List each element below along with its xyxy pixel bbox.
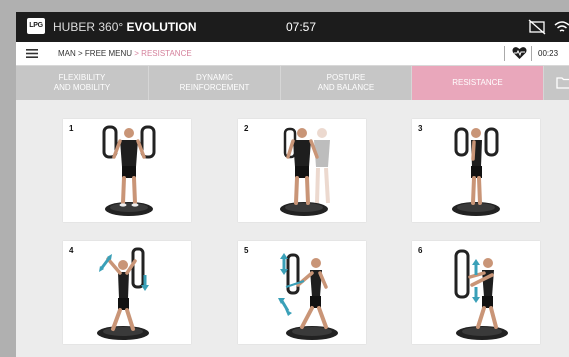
- exercise-card-2[interactable]: 2: [238, 119, 366, 222]
- breadcrumb-man[interactable]: MAN >: [58, 49, 83, 58]
- tab-label: DYNAMIC REINFORCEMENT: [179, 73, 250, 92]
- app-screen: LPG HUBER 360° EVOLUTION 07:57 MAN > FRE…: [16, 12, 569, 357]
- app-title: HUBER 360° EVOLUTION: [53, 20, 197, 34]
- breadcrumb-resistance: > RESISTANCE: [134, 49, 192, 58]
- folder-icon[interactable]: [556, 76, 569, 89]
- status-bar: LPG HUBER 360° EVOLUTION 07:57: [16, 12, 569, 42]
- exercise-illustration: [97, 247, 149, 340]
- exercise-illustration: [452, 127, 500, 216]
- app-title-bold: EVOLUTION: [126, 20, 197, 34]
- tab-label: POSTURE AND BALANCE: [317, 73, 375, 92]
- exercise-card-1[interactable]: 1: [63, 119, 191, 222]
- exercise-illustration: [278, 253, 338, 340]
- heart-monitor-icon[interactable]: [512, 46, 527, 60]
- tab-flexibility-and-mobility[interactable]: FLEXIBILITY AND MOBILITY: [16, 66, 149, 100]
- divider: [531, 46, 532, 61]
- exercise-illustration: [454, 249, 508, 340]
- clock: 07:57: [286, 20, 317, 34]
- screen-off-icon: [528, 19, 546, 35]
- exercise-card-6[interactable]: 6: [412, 241, 540, 344]
- divider: [504, 46, 505, 61]
- hamburger-menu-icon[interactable]: [26, 49, 38, 58]
- nav-bar: MAN > FREE MENU > RESISTANCE 00:23: [16, 42, 569, 66]
- breadcrumb: MAN > FREE MENU > RESISTANCE: [58, 48, 192, 59]
- lpg-logo: LPG: [27, 18, 45, 34]
- exercise-card-3[interactable]: 3: [412, 119, 540, 222]
- session-timer: 00:23: [538, 49, 559, 58]
- tab-dynamic-reinforcement[interactable]: DYNAMIC REINFORCEMENT: [149, 66, 281, 100]
- exercise-card-4[interactable]: 4: [63, 241, 191, 344]
- exercise-illustration: [280, 127, 330, 216]
- exercise-card-5[interactable]: 5: [238, 241, 366, 344]
- wifi-icon: [554, 21, 569, 32]
- tab-posture-and-balance[interactable]: POSTURE AND BALANCE: [281, 66, 412, 100]
- exercise-illustration: [102, 125, 156, 216]
- category-tabs: FLEXIBILITY AND MOBILITY DYNAMIC REINFOR…: [16, 66, 569, 100]
- tab-label: FLEXIBILITY AND MOBILITY: [53, 73, 111, 92]
- breadcrumb-free-menu[interactable]: FREE MENU: [85, 49, 132, 58]
- tab-resistance[interactable]: RESISTANCE: [412, 66, 544, 100]
- tab-label: RESISTANCE: [452, 78, 503, 87]
- app-title-light: HUBER 360°: [53, 20, 124, 34]
